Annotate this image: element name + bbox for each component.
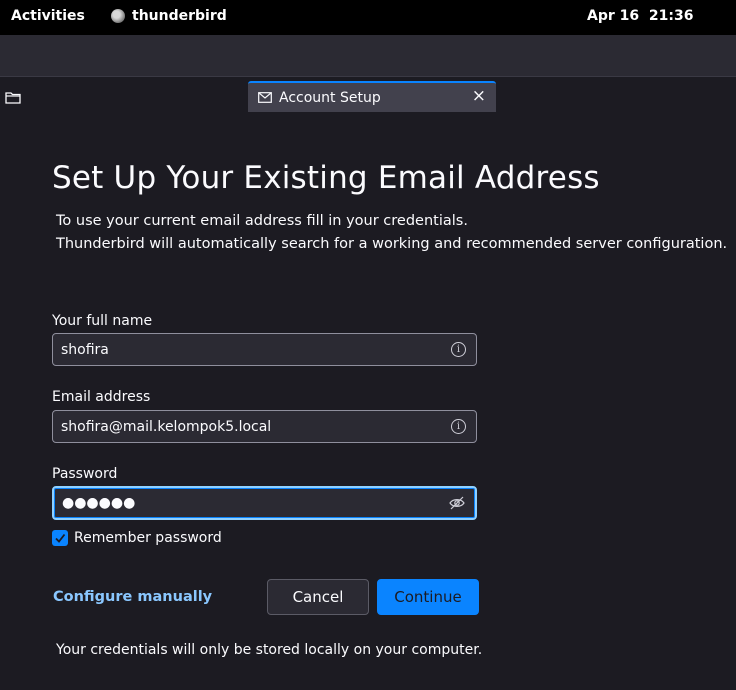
remember-password-label[interactable]: Remember password: [74, 530, 222, 546]
app-menu[interactable]: thunderbird: [111, 8, 227, 24]
tab-label: Account Setup: [279, 89, 381, 106]
close-icon[interactable]: ×: [472, 88, 486, 105]
password-field[interactable]: ●●●●●●: [52, 486, 477, 520]
continue-button[interactable]: Continue: [377, 579, 479, 615]
full-name-field[interactable]: i: [52, 333, 477, 366]
intro-line-1: To use your current email address fill i…: [56, 213, 468, 229]
credentials-note: Your credentials will only be stored loc…: [56, 642, 483, 658]
email-label: Email address: [52, 389, 151, 405]
remember-password-checkbox[interactable]: [52, 530, 68, 546]
mail-settings-icon: [258, 92, 272, 103]
password-input[interactable]: ●●●●●●: [54, 495, 135, 511]
info-icon[interactable]: i: [451, 342, 466, 357]
activities-button[interactable]: Activities: [11, 8, 85, 24]
configure-manually-link[interactable]: Configure manually: [53, 589, 212, 605]
page-title: Set Up Your Existing Email Address: [52, 160, 600, 196]
email-input[interactable]: [53, 411, 431, 442]
remember-password-row[interactable]: Remember password: [52, 530, 222, 546]
tab-account-setup[interactable]: Account Setup ×: [248, 81, 496, 112]
full-name-input[interactable]: [53, 334, 431, 365]
app-name: thunderbird: [132, 8, 227, 24]
system-top-bar: Activities thunderbird Apr 16 21:36: [0, 0, 736, 35]
email-field[interactable]: i: [52, 410, 477, 443]
clock[interactable]: Apr 16 21:36: [587, 8, 693, 24]
intro-text: To use your current email address fill i…: [56, 210, 727, 256]
cancel-button[interactable]: Cancel: [267, 579, 369, 615]
checkmark-icon: [55, 533, 66, 543]
app-toolbar: [0, 35, 736, 77]
thunderbird-icon: [111, 9, 125, 23]
intro-line-2: Thunderbird will automatically search fo…: [56, 236, 728, 252]
info-icon[interactable]: i: [451, 419, 466, 434]
password-label: Password: [52, 466, 118, 482]
folder-icon[interactable]: [5, 91, 21, 104]
eye-slash-icon[interactable]: [449, 496, 465, 510]
full-name-label: Your full name: [52, 313, 153, 329]
